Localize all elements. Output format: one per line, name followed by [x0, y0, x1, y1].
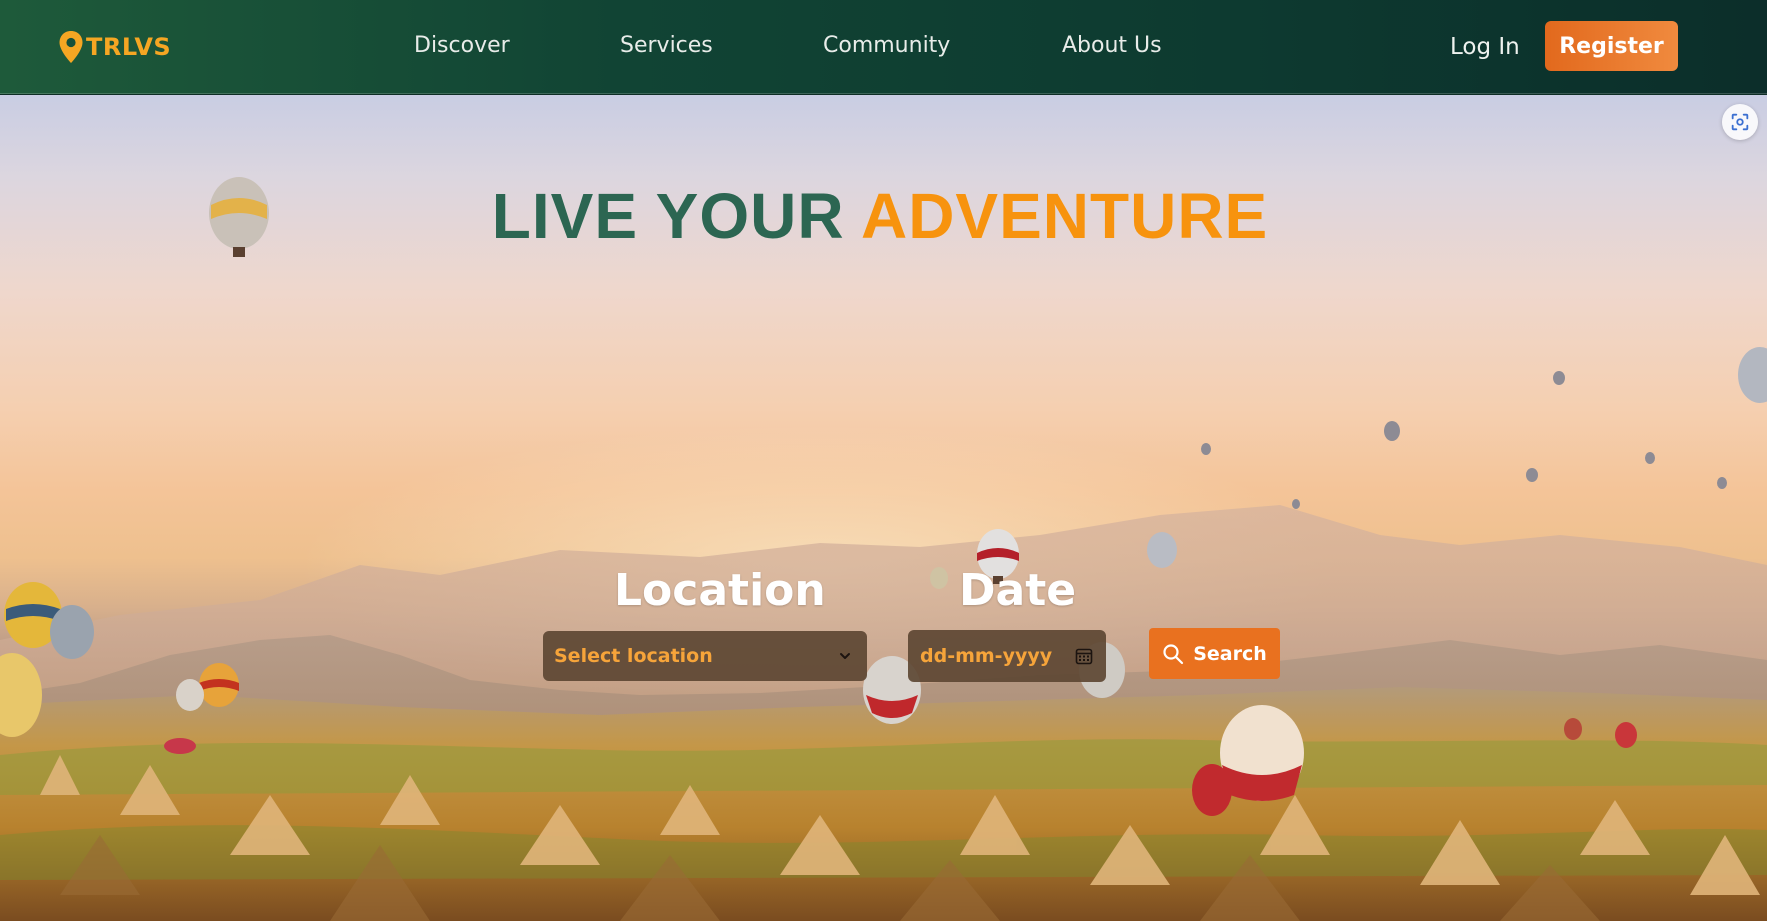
screenshot-capture-icon	[1731, 113, 1749, 131]
brand-logo[interactable]: TRLVS	[58, 30, 171, 64]
search-button[interactable]: Search	[1149, 628, 1280, 679]
nav-link-about-us[interactable]: About Us	[1062, 30, 1162, 62]
chevron-down-icon	[840, 653, 850, 659]
screenshot-capture-button[interactable]	[1722, 104, 1758, 140]
top-navbar: TRLVS Discover Services Community About …	[0, 0, 1767, 94]
date-label: Date	[959, 565, 1077, 616]
hero-headline: LIVE YOUR ADVENTURE	[110, 179, 1650, 253]
location-label: Location	[614, 565, 826, 616]
calendar-icon[interactable]	[1074, 646, 1094, 666]
location-select[interactable]: Select location	[543, 631, 867, 681]
brand-name: TRLVS	[86, 33, 172, 61]
date-field	[908, 630, 1106, 682]
date-input[interactable]	[920, 645, 1074, 667]
login-link[interactable]: Log In	[1450, 31, 1520, 63]
register-button[interactable]: Register	[1545, 21, 1678, 71]
search-button-label: Search	[1193, 642, 1267, 665]
hero-section: LIVE YOUR ADVENTURE Location Date Select…	[0, 95, 1767, 921]
map-pin-icon	[59, 31, 83, 63]
nav-link-community[interactable]: Community	[823, 30, 950, 62]
location-select-value: Select location	[554, 645, 713, 667]
search-icon	[1163, 643, 1184, 664]
headline-part-live-your: LIVE YOUR	[491, 180, 845, 252]
headline-part-adventure: ADVENTURE	[860, 180, 1269, 252]
nav-link-discover[interactable]: Discover	[414, 30, 510, 62]
nav-link-services[interactable]: Services	[620, 30, 713, 62]
